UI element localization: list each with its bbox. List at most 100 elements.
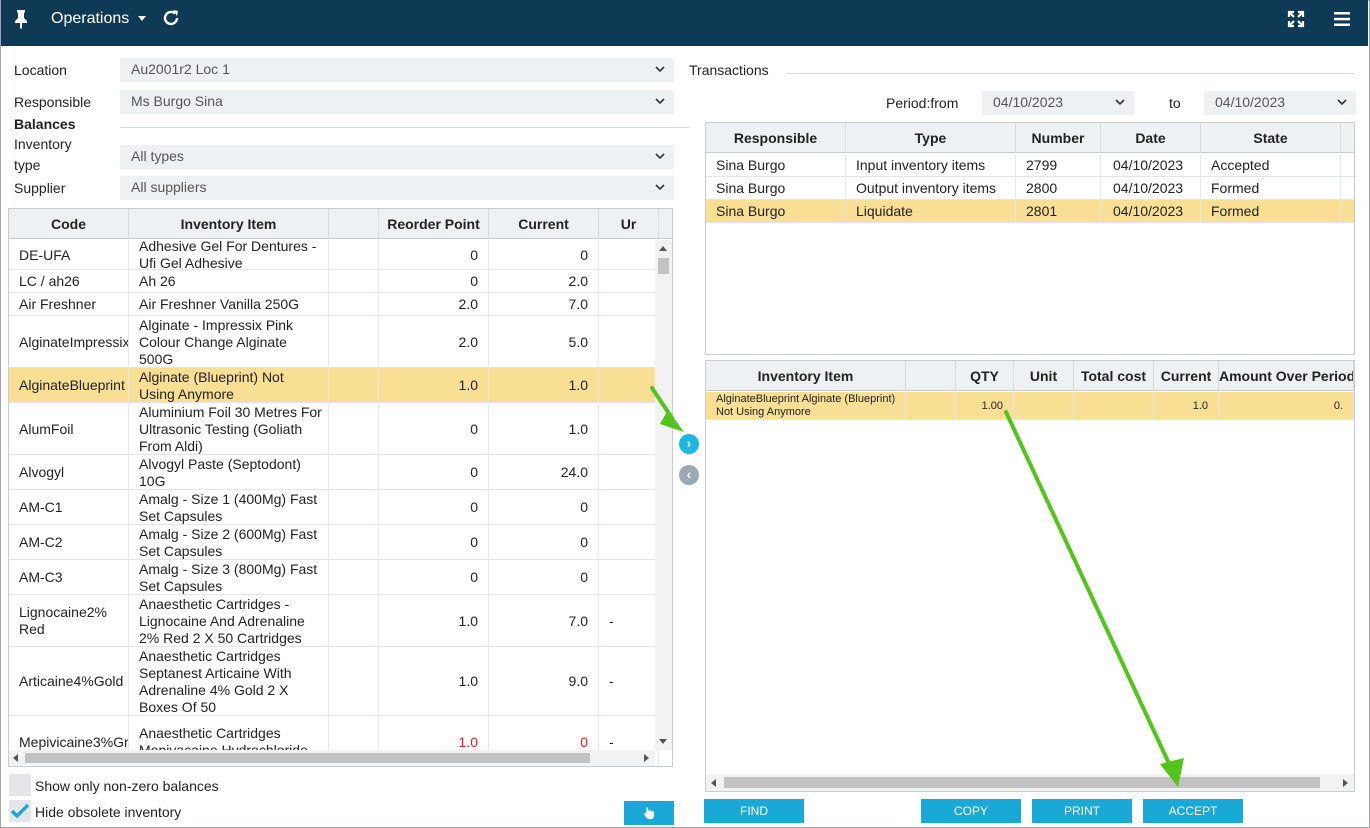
table-cell: Formed <box>1201 177 1341 200</box>
scroll-thumb[interactable] <box>25 753 590 763</box>
table-cell: 0 <box>379 455 489 490</box>
scroll-down-icon[interactable] <box>659 739 667 744</box>
chevron-down-icon[interactable] <box>138 16 146 21</box>
table-cell <box>329 455 379 490</box>
column-header[interactable]: Amount Over Period <box>1219 361 1354 391</box>
table-cell: 1.00 <box>956 392 1014 420</box>
table-cell: Anaesthetic Cartridges Septanest Articai… <box>129 647 329 716</box>
table-row[interactable]: AM-C1 Amalg - Size 1 (400Mg) Fast Set Cap… <box>9 490 659 525</box>
column-header[interactable]: State <box>1201 123 1341 153</box>
show-nonzero-checkbox[interactable] <box>9 774 31 796</box>
table-cell: DE-UFA <box>9 240 129 270</box>
table-row[interactable]: Air Freshner Air Freshner Vanilla 250G 2.0… <box>9 293 659 316</box>
find-button[interactable]: FIND <box>704 799 804 823</box>
table-cell: Formed <box>1201 200 1341 223</box>
hand-tool-button[interactable] <box>624 801 674 825</box>
remove-from-operation-button[interactable]: ‹ <box>679 465 699 485</box>
table-cell: Alginate (Blueprint) Not Using Anymore <box>129 368 329 403</box>
location-select[interactable]: Au2001r2 Loc 1 <box>120 58 674 82</box>
column-header[interactable]: Inventory Item <box>706 361 906 391</box>
print-button[interactable]: PRINT <box>1032 799 1132 823</box>
table-cell: Air Freshner <box>9 293 129 316</box>
table-cell: Ah 26 <box>129 270 329 293</box>
column-header[interactable] <box>906 361 956 391</box>
table-cell <box>599 368 659 403</box>
table-cell: AM-C3 <box>9 560 129 595</box>
add-to-operation-button[interactable]: › <box>679 434 699 454</box>
table-cell: 2.0 <box>379 293 489 316</box>
chevron-left-icon: ‹ <box>686 466 692 482</box>
table-row[interactable]: AlginateBlueprint Alginate (Blueprint) No… <box>9 368 659 403</box>
column-header[interactable]: Date <box>1101 123 1201 153</box>
pin-icon[interactable] <box>13 9 29 29</box>
table-cell: Articaine4%Gold <box>9 647 129 716</box>
table-row[interactable]: Sina Burgo Input inventory items 2799 04/10… <box>706 154 1354 177</box>
table-cell: 7.0 <box>489 293 599 316</box>
scroll-left-icon[interactable] <box>13 754 18 762</box>
table-cell: Accepted <box>1201 154 1341 177</box>
module-title[interactable]: Operations <box>51 10 129 28</box>
column-header[interactable]: Number <box>1016 123 1101 153</box>
column-header[interactable] <box>329 209 379 239</box>
scroll-up-icon[interactable] <box>659 246 667 251</box>
chevron-down-icon <box>655 66 665 73</box>
table-cell <box>599 490 659 525</box>
supplier-select[interactable]: All suppliers <box>120 176 674 200</box>
table-cell: LC / ah26 <box>9 270 129 293</box>
divider <box>120 127 689 128</box>
responsible-label: Responsible <box>14 94 92 110</box>
hide-obsolete-checkbox[interactable] <box>9 800 31 822</box>
table-row[interactable]: Alvogyl Alvogyl Paste (Septodont) 10G 0 24.… <box>9 455 659 490</box>
scroll-right-icon[interactable] <box>1343 779 1348 787</box>
column-header[interactable]: Code <box>9 209 129 239</box>
hamburger-menu-icon[interactable] <box>1334 11 1350 27</box>
inventory-type-select[interactable]: All types <box>120 145 674 169</box>
column-header[interactable]: Type <box>846 123 1016 153</box>
table-cell <box>329 316 379 368</box>
responsible-select[interactable]: Ms Burgo Sina <box>120 90 674 114</box>
table-row[interactable]: AlginateImpressix Alginate - Impressix Pi… <box>9 316 659 368</box>
table-row[interactable]: LC / ah26 Ah 26 0 2.0 <box>9 270 659 293</box>
column-header[interactable]: Inventory Item <box>129 209 329 239</box>
scroll-right-icon[interactable] <box>644 754 649 762</box>
divider <box>786 73 1354 74</box>
scroll-thumb[interactable] <box>724 777 1320 788</box>
accept-button[interactable]: ACCEPT <box>1143 799 1243 823</box>
table-cell: 2799 <box>1016 154 1101 177</box>
table-row[interactable]: AM-C2 Amalg - Size 2 (600Mg) Fast Set Cap… <box>9 525 659 560</box>
column-header[interactable]: Responsible <box>706 123 846 153</box>
inventory-type-label: Inventory <box>14 136 72 152</box>
chevron-down-icon <box>1115 99 1125 106</box>
column-header[interactable]: Current <box>1154 361 1219 391</box>
scroll-thumb[interactable] <box>658 258 669 274</box>
table-row[interactable]: Sina Burgo Liquidate 2801 04/10/2023 Formed <box>706 200 1354 223</box>
hand-pointer-icon <box>644 807 655 820</box>
table-row[interactable]: Articaine4%Gold Anaesthetic Cartridges Se… <box>9 647 659 716</box>
column-header[interactable]: Total cost <box>1074 361 1154 391</box>
vertical-scrollbar[interactable] <box>655 240 672 750</box>
period-from-select[interactable]: 04/10/2023 <box>982 91 1134 115</box>
table-row[interactable]: AlginateBlueprint Alginate (Blueprint) N… <box>706 392 1354 420</box>
copy-button[interactable]: COPY <box>921 799 1021 823</box>
table-row[interactable]: DE-UFA Adhesive Gel For Dentures - Ufi Ge… <box>9 240 659 270</box>
column-header[interactable]: QTY <box>956 361 1014 391</box>
table-cell <box>1074 392 1154 420</box>
table-row[interactable]: Sina Burgo Output inventory items 2800 04/1… <box>706 177 1354 200</box>
table-cell: - <box>599 647 659 716</box>
horizontal-scrollbar[interactable] <box>9 750 655 766</box>
column-header[interactable]: Current <box>489 209 599 239</box>
horizontal-scrollbar[interactable] <box>706 774 1354 791</box>
period-to-select[interactable]: 04/10/2023 <box>1204 91 1356 115</box>
scroll-left-icon[interactable] <box>711 779 716 787</box>
column-header[interactable]: Ur <box>599 209 659 239</box>
expand-icon[interactable] <box>1287 10 1305 28</box>
table-cell <box>599 455 659 490</box>
table-cell: 1.0 <box>379 595 489 647</box>
table-row[interactable]: Lignocaine2% Red Anaesthetic Cartridges -… <box>9 595 659 647</box>
column-header[interactable]: Unit <box>1014 361 1074 391</box>
table-row[interactable]: AlumFoil Aluminium Foil 30 Metres For Ult… <box>9 403 659 455</box>
table-row[interactable]: AM-C3 Amalg - Size 3 (800Mg) Fast Set Cap… <box>9 560 659 595</box>
column-header[interactable]: Reorder Point <box>379 209 489 239</box>
refresh-icon[interactable] <box>161 8 181 28</box>
table-cell: Liquidate <box>846 200 1016 223</box>
